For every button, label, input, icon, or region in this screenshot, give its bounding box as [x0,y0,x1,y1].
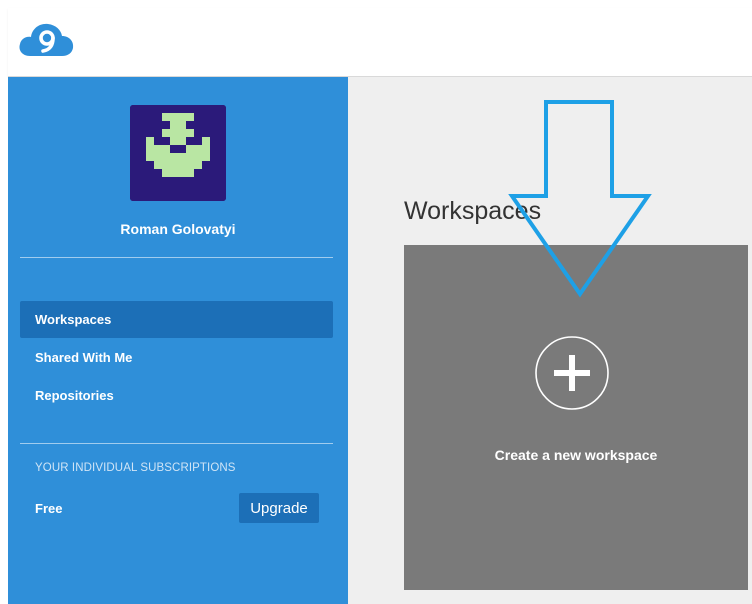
plus-circle-icon[interactable] [534,335,610,411]
user-name: Roman Golovatyi [120,221,236,237]
top-header [8,8,752,77]
sidebar-divider [20,257,333,258]
upgrade-button[interactable]: Upgrade [239,493,319,523]
cloud9-logo-icon[interactable] [18,20,74,58]
main-content: Workspaces Create a new workspace [348,77,752,604]
sidebar-divider [20,443,333,444]
page-title: Workspaces [404,197,542,225]
subscriptions-heading: YOUR INDIVIDUAL SUBSCRIPTIONS [35,462,236,474]
pixel-avatar-icon[interactable] [130,105,226,201]
create-workspace-label: Create a new workspace [494,447,658,463]
create-workspace-card[interactable]: Create a new workspace [404,245,748,590]
app-page: Roman Golovatyi Workspaces Shared With M… [0,0,752,604]
sidebar-item-shared-with-me[interactable]: Shared With Me [20,339,333,376]
sidebar: Roman Golovatyi Workspaces Shared With M… [8,77,348,604]
plan-label: Free [35,501,63,516]
sidebar-item-repositories[interactable]: Repositories [20,377,333,414]
sidebar-item-workspaces[interactable]: Workspaces [20,301,333,338]
